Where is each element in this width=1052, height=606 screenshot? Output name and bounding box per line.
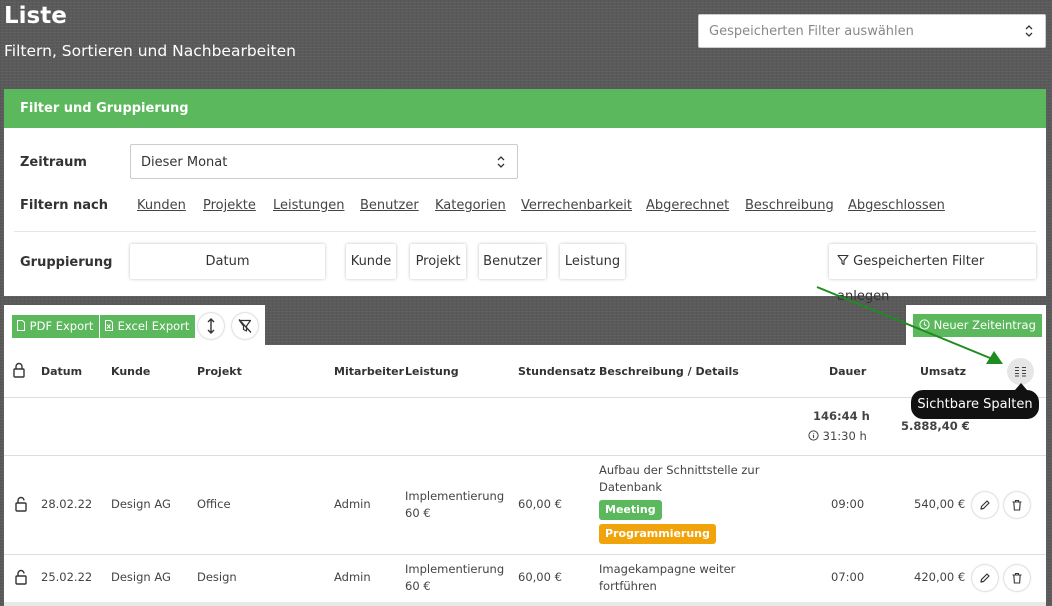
trash-icon: [1012, 499, 1022, 511]
file-pdf-icon: [17, 320, 25, 331]
row-separator: [4, 455, 1046, 456]
cell-beschreibung-cont: fortführen: [599, 579, 657, 593]
file-excel-icon: [105, 320, 113, 331]
filter-link-kategorien[interactable]: Kategorien: [435, 198, 506, 213]
grouping-label: Gruppierung: [20, 255, 113, 270]
filter-panel-title: Filter und Gruppierung: [4, 89, 1046, 128]
cell-mitarbeiter: Admin: [334, 570, 371, 584]
visible-columns-button[interactable]: [1007, 358, 1034, 385]
filter-link-abgeschlossen[interactable]: Abgeschlossen: [848, 198, 945, 213]
filter-panel: Filter und Gruppierung Zeitraum Dieser M…: [4, 89, 1046, 304]
cell-stundensatz: 60,00 €: [518, 497, 562, 511]
filter-link-abgerechnet[interactable]: Abgerechnet: [646, 198, 729, 213]
visible-columns-tooltip: Sichtbare Spalten: [911, 390, 1039, 419]
column-header-beschreibung[interactable]: Beschreibung / Details: [599, 365, 739, 378]
summary-total-duration: 146:44 h: [813, 409, 870, 423]
columns-list-icon: [1015, 366, 1026, 377]
tooltip-arrow: [1015, 383, 1027, 390]
cell-leistung-rate: 60 €: [405, 506, 431, 520]
table-toolbar: PDF Export Excel Export: [4, 305, 265, 345]
cell-leistung: Implementierung: [405, 489, 505, 503]
filter-link-leistungen[interactable]: Leistungen: [273, 198, 344, 213]
cell-leistung-rate: 60 €: [405, 579, 431, 593]
cell-projekt: Design: [197, 570, 237, 584]
page-title: Liste: [4, 3, 67, 29]
tag-badge-programmierung: Programmierung: [599, 524, 716, 544]
cell-datum: 28.02.22: [41, 497, 93, 511]
column-header-leistung[interactable]: Leistung: [405, 365, 459, 378]
filter-link-benutzer[interactable]: Benutzer: [360, 198, 419, 213]
column-header-stundensatz[interactable]: Stundensatz: [518, 365, 596, 378]
pdf-export-label: PDF Export: [29, 319, 94, 333]
trash-icon: [1012, 572, 1022, 584]
info-icon: [808, 430, 819, 441]
table-bottom-edge: [4, 602, 1046, 606]
group-by-datum-button[interactable]: Datum: [130, 244, 325, 279]
zeitraum-select[interactable]: Dieser Monat: [130, 144, 518, 179]
cell-umsatz: 540,00 €: [914, 497, 966, 511]
time-entries-table: Datum Kunde Projekt Mitarbeiter Leistung…: [4, 345, 1046, 602]
cell-beschreibung: Aufbau der Schnittstelle zur: [599, 463, 760, 477]
summary-total-revenue: 5.888,40 €: [901, 419, 970, 433]
sort-toggle-button[interactable]: [198, 313, 224, 339]
excel-export-label: Excel Export: [117, 319, 190, 333]
select-caret-icon: [1025, 25, 1033, 37]
cell-dauer: 09:00: [831, 497, 865, 511]
cell-kunde: Design AG: [111, 570, 171, 584]
arrows-vertical-icon: [207, 318, 215, 334]
group-by-kunde-button[interactable]: Kunde: [346, 244, 396, 279]
page-subtitle: Filtern, Sortieren und Nachbearbeiten: [4, 42, 296, 60]
filter-off-icon: [238, 319, 252, 333]
annotation-arrow-icon: [816, 286, 1003, 364]
pencil-icon: [980, 573, 990, 583]
edit-entry-button[interactable]: [972, 565, 998, 591]
cell-dauer: 07:00: [831, 570, 865, 584]
filter-link-beschreibung[interactable]: Beschreibung: [745, 198, 834, 213]
column-header-mitarbeiter[interactable]: Mitarbeiter: [334, 365, 404, 378]
cell-mitarbeiter: Admin: [334, 497, 371, 511]
cell-datum: 25.02.22: [41, 570, 93, 584]
unlock-icon: [15, 496, 27, 512]
cell-projekt: Office: [197, 497, 231, 511]
cell-stundensatz: 60,00 €: [518, 570, 562, 584]
edit-entry-button[interactable]: [972, 492, 998, 518]
cell-leistung: Implementierung: [405, 562, 505, 576]
filter-icon: [837, 254, 849, 266]
cell-umsatz: 420,00 €: [914, 570, 966, 584]
cell-kunde: Design AG: [111, 497, 171, 511]
row-separator: [4, 397, 1046, 398]
saved-filter-select[interactable]: Gespeicherten Filter auswählen: [698, 14, 1046, 48]
lock-icon: [13, 362, 25, 378]
column-header-projekt[interactable]: Projekt: [197, 365, 242, 378]
zeitraum-value: Dieser Monat: [141, 155, 228, 170]
pdf-export-button[interactable]: PDF Export: [12, 315, 100, 338]
unlock-icon: [15, 569, 27, 585]
excel-export-button[interactable]: Excel Export: [100, 315, 196, 338]
filter-link-verrechenbarkeit[interactable]: Verrechenbarkeit: [521, 198, 632, 213]
row-separator: [4, 554, 1046, 555]
pencil-icon: [980, 500, 990, 510]
filter-link-kunden[interactable]: Kunden: [137, 198, 186, 213]
divider: [14, 231, 1036, 232]
delete-entry-button[interactable]: [1004, 565, 1030, 591]
billable-duration-value: 31:30 h: [822, 429, 867, 443]
cell-beschreibung: Imagekampagne weiter: [599, 562, 736, 576]
save-filter-button[interactable]: Gespeicherten Filter anlegen: [829, 244, 1036, 304]
filter-link-projekte[interactable]: Projekte: [203, 198, 256, 213]
column-header-datum[interactable]: Datum: [41, 365, 82, 378]
group-by-projekt-button[interactable]: Projekt: [410, 244, 466, 279]
saved-filter-placeholder: Gespeicherten Filter auswählen: [709, 24, 914, 39]
filter-by-label: Filtern nach: [20, 198, 109, 213]
delete-entry-button[interactable]: [1004, 492, 1030, 518]
column-header-kunde[interactable]: Kunde: [111, 365, 150, 378]
summary-billable-duration: 31:30 h: [808, 428, 867, 445]
tag-badge-meeting: Meeting: [599, 500, 662, 520]
zeitraum-label: Zeitraum: [20, 155, 87, 170]
cell-beschreibung-cont: Datenbank: [599, 480, 663, 494]
group-by-benutzer-button[interactable]: Benutzer: [479, 244, 546, 279]
group-by-leistung-button[interactable]: Leistung: [560, 244, 625, 279]
select-caret-icon: [497, 156, 505, 168]
clear-filter-button[interactable]: [232, 313, 258, 339]
